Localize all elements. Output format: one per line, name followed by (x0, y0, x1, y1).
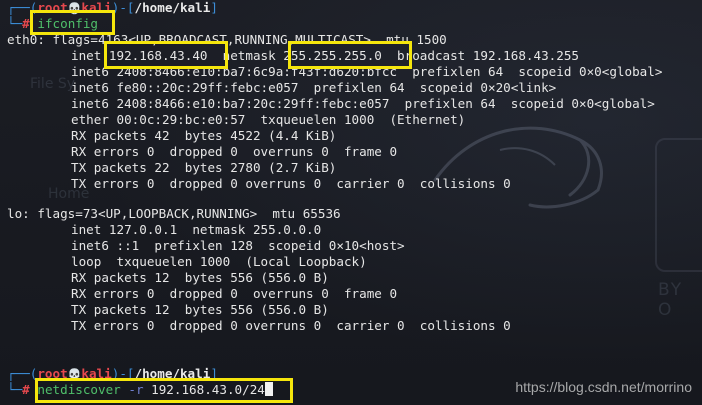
cwd-path: /home/kali (134, 0, 211, 15)
eth0-tx-errors: TX errors 0 dropped 0 overruns 0 carrier… (71, 176, 511, 191)
lo-rx-packets: RX packets 12 bytes 556 (556.0 B) (71, 270, 329, 285)
lo-tx-errors: TX errors 0 dropped 0 overruns 0 carrier… (71, 318, 511, 333)
highlight-ifconfig-command (30, 10, 115, 35)
eth0-inet6-link: inet6 fe80::20c:29ff:febc:e057 prefixlen… (71, 80, 557, 95)
highlight-netmask (288, 41, 412, 69)
lo-loop: loop txqueuelen 1000 (Local Loopback) (71, 254, 367, 269)
lo-header: lo: flags=73<UP,LOOPBACK,RUNNING> mtu 65… (7, 206, 341, 221)
eth0-inet6-global-2: inet6 2408:8466:e10:ba7:20c:29ff:febc:e0… (71, 96, 655, 111)
lo-inet: inet 127.0.0.1 netmask 255.0.0.0 (71, 222, 322, 237)
lo-rx-errors: RX errors 0 dropped 0 overruns 0 frame 0 (71, 286, 398, 301)
eth0-rx-packets: RX packets 42 bytes 4522 (4.4 KiB) (71, 128, 337, 143)
highlight-inet-address (104, 41, 228, 69)
eth0-tx-packets: TX packets 22 bytes 2780 (2.7 KiB) (71, 160, 337, 175)
eth0-ether: ether 00:0c:29:bc:e0:57 txqueuelen 1000 … (71, 112, 466, 127)
csdn-watermark: https://blog.csdn.net/morrino (515, 379, 692, 395)
lo-tx-packets: TX packets 12 bytes 556 (556.0 B) (71, 302, 329, 317)
lo-inet6: inet6 ::1 prefixlen 128 scopeid 0×10<hos… (71, 238, 405, 253)
eth0-rx-errors: RX errors 0 dropped 0 overruns 0 frame 0 (71, 144, 398, 159)
highlight-netdiscover-command (35, 378, 293, 403)
